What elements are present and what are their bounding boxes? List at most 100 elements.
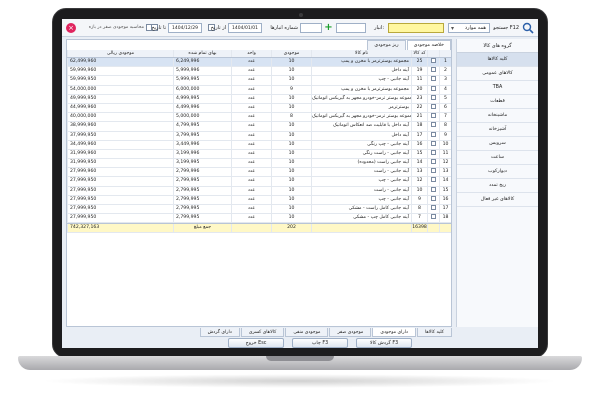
item-name: آینه جانبی - راست <box>311 168 411 177</box>
row-checkbox[interactable] <box>431 149 436 155</box>
sidebar-item[interactable]: دیوارکوب <box>457 165 538 179</box>
warehouse-input[interactable] <box>336 23 366 33</box>
row-checkbox[interactable] <box>431 58 436 63</box>
table-row[interactable]: 6 22 بوسترترمز 10 عدد 4,499,996 44,999,960 <box>67 103 451 114</box>
table-row[interactable]: 8 18 آینه داخل با قابلیت ضد انعکاس اتوماتی… <box>67 122 451 132</box>
row-checkbox[interactable] <box>431 85 436 91</box>
warehouse-number-input[interactable] <box>300 23 322 33</box>
sidebar-item[interactable]: کالاهای عمومی <box>457 67 538 81</box>
tab-all-items[interactable]: کلیه کالاها <box>416 328 452 337</box>
row-number: 8 <box>439 122 451 131</box>
table-row[interactable]: 11 15 آینه جانبی - راست رنگی 10 عدد 3,199,996… <box>67 149 451 160</box>
item-unit: عدد <box>231 205 271 214</box>
row-checkbox[interactable] <box>431 205 436 210</box>
table-row[interactable]: 13 13 آینه جانبی - راست 10 عدد 2,799,996 27,99… <box>67 168 451 178</box>
item-turnover-button[interactable]: گردش کالا F3 <box>356 338 412 348</box>
tab-with-turnover[interactable]: دارای گردش <box>199 328 240 337</box>
table-row[interactable]: 7 21 مجموعه بوستر ترمز-خودرو مجهز به گیربک… <box>67 113 451 123</box>
item-cost: 4,499,996 <box>173 103 231 113</box>
tab-negative-stock[interactable]: موجودی منفی <box>285 328 329 337</box>
row-checkbox[interactable] <box>431 103 436 109</box>
row-checkbox[interactable] <box>431 177 436 183</box>
tab-in-stock[interactable]: دارای موجودی <box>372 328 416 337</box>
row-checkbox[interactable] <box>431 131 436 137</box>
print-button[interactable]: چاپ F3 <box>292 338 348 348</box>
table-row[interactable]: 9 17 آینه داخل 10 عدد 3,799,995 37,999,950 <box>67 131 451 141</box>
laptop-shadow <box>40 374 560 388</box>
row-checkbox[interactable] <box>431 140 436 146</box>
item-unit: عدد <box>231 159 271 168</box>
from-date-input[interactable]: 1404/01/01 <box>228 23 262 33</box>
row-checkbox[interactable] <box>431 168 436 174</box>
item-unit: عدد <box>231 85 271 94</box>
tab-detail-stock[interactable]: ریز موجودی <box>367 40 406 50</box>
keyword-input[interactable] <box>388 23 444 33</box>
table-row[interactable]: 1 25 مجموعه بوسترترمز با مخزن و پمپ 10 عدد 6,… <box>67 58 451 68</box>
header-cost[interactable]: بهای تمام شده <box>173 50 231 57</box>
row-number: 13 <box>439 168 451 177</box>
row-checkbox[interactable] <box>431 113 436 119</box>
summary-tabs: خلاصه موجودی ریز موجودی <box>366 40 451 50</box>
item-name: آینه جانبی - راست رنگی <box>311 149 411 159</box>
sidebar-item[interactable]: آشپزخانه <box>457 123 538 137</box>
exit-button[interactable]: خروج Esc <box>228 338 284 348</box>
row-checkbox[interactable] <box>431 122 436 128</box>
row-number: 3 <box>439 76 451 85</box>
table-row[interactable]: 14 12 آینه جانبی - چپ 10 عدد 2,799,995 27,999,… <box>67 177 451 187</box>
row-checkbox-cell <box>427 131 439 140</box>
row-checkbox[interactable] <box>431 214 436 220</box>
sidebar-item[interactable]: قطعات <box>457 95 538 109</box>
item-name: آینه داخل <box>311 67 411 76</box>
sidebar-item[interactable]: کلیه کالاها <box>457 53 538 67</box>
item-code: 13 <box>411 168 427 177</box>
row-checkbox[interactable] <box>431 195 436 201</box>
sidebar-item[interactable]: ساعت <box>457 151 538 165</box>
sidebar-list: کلیه کالاها کالاهای عمومی TBA قطعات ماشینخان… <box>457 53 538 207</box>
item-stock: 10 <box>271 214 311 223</box>
to-date-input[interactable]: 1404/12/29 <box>168 23 202 33</box>
sidebar-item[interactable]: TBA <box>457 81 538 95</box>
table-row[interactable]: 17 8 آینه جانبی کامل راست - مشکی 10 عدد 2,799… <box>67 205 451 215</box>
item-name: آینه جانبی - چپ <box>311 195 411 204</box>
header-code[interactable]: کد کالا <box>411 50 427 57</box>
group-select[interactable]: همه موارد <box>448 23 490 33</box>
item-value: 27,999,950 <box>67 186 173 195</box>
warehouse-label: انبار: <box>374 25 384 31</box>
row-checkbox[interactable] <box>431 67 436 73</box>
sidebar-item[interactable]: ماشینخانه <box>457 109 538 123</box>
tab-shortage[interactable]: کالاهای کسری <box>240 328 285 337</box>
header-stock[interactable]: موجودی <box>271 50 311 57</box>
row-checkbox[interactable] <box>431 159 436 165</box>
table-row[interactable]: 15 10 آینه جانبی - راست 10 عدد 2,799,995 27,99… <box>67 186 451 196</box>
header-unit[interactable]: واحد <box>231 50 271 57</box>
table-row[interactable]: 3 11 آینه جانبی - چپ 10 عدد 5,999,995 59,999,9… <box>67 76 451 86</box>
table-row[interactable]: 2 19 آینه داخل 10 عدد 5,999,996 59,999,960 <box>67 67 451 77</box>
row-checkbox[interactable] <box>431 186 436 192</box>
item-value: 59,999,960 <box>67 67 173 76</box>
footer-value-total: 742,327,163 <box>67 224 173 232</box>
item-stock: 10 <box>271 94 311 103</box>
search-icon[interactable] <box>522 22 534 34</box>
plus-icon[interactable]: + <box>324 23 333 33</box>
tab-summary-stock[interactable]: خلاصه موجودی <box>406 40 451 50</box>
group-sidebar: گروه های کالا کلیه کالاها کالاهای عمومی TB… <box>456 39 538 327</box>
table-row[interactable]: 16 9 آینه جانبی - چپ 10 عدد 2,799,995 27,999,9… <box>67 195 451 205</box>
table-row[interactable]: 4 20 مجموعه بوسترترمز با مخزن و پمپ 9 عدد 6,0… <box>67 85 451 95</box>
table-row[interactable]: 10 16 آینه جانبی - چپ رنگی 10 عدد 3,449,996 34… <box>67 140 451 150</box>
row-number: 18 <box>439 214 451 223</box>
table-row[interactable]: 12 14 آینه جانبی راست (محدوده) 10 عدد 3,199,9… <box>67 159 451 169</box>
header-value[interactable]: موجودی ریالی <box>67 50 173 57</box>
sidebar-item[interactable]: کالاهای غیر فعال <box>457 193 538 207</box>
row-checkbox-cell <box>427 149 439 159</box>
sidebar-item[interactable]: ریخ تمدد <box>457 179 538 193</box>
tab-zero-stock[interactable]: موجودی صفر <box>329 328 372 337</box>
row-checkbox[interactable] <box>431 76 436 82</box>
table-row[interactable]: 18 7 آینه جانبی کامل چپ - مشکی 10 عدد 2,799,9… <box>67 214 451 224</box>
item-code: 17 <box>411 131 427 140</box>
sidebar-item[interactable]: سرویس <box>457 137 538 151</box>
footer-stock-total: 202 <box>271 224 311 232</box>
table-row[interactable]: 5 23 مجموعه بوستر ترمز-خودرو مجهز به گیربک… <box>67 94 451 104</box>
item-value: 27,999,950 <box>67 205 173 214</box>
row-checkbox[interactable] <box>431 94 436 100</box>
header-name[interactable]: نام کالا <box>311 50 411 57</box>
